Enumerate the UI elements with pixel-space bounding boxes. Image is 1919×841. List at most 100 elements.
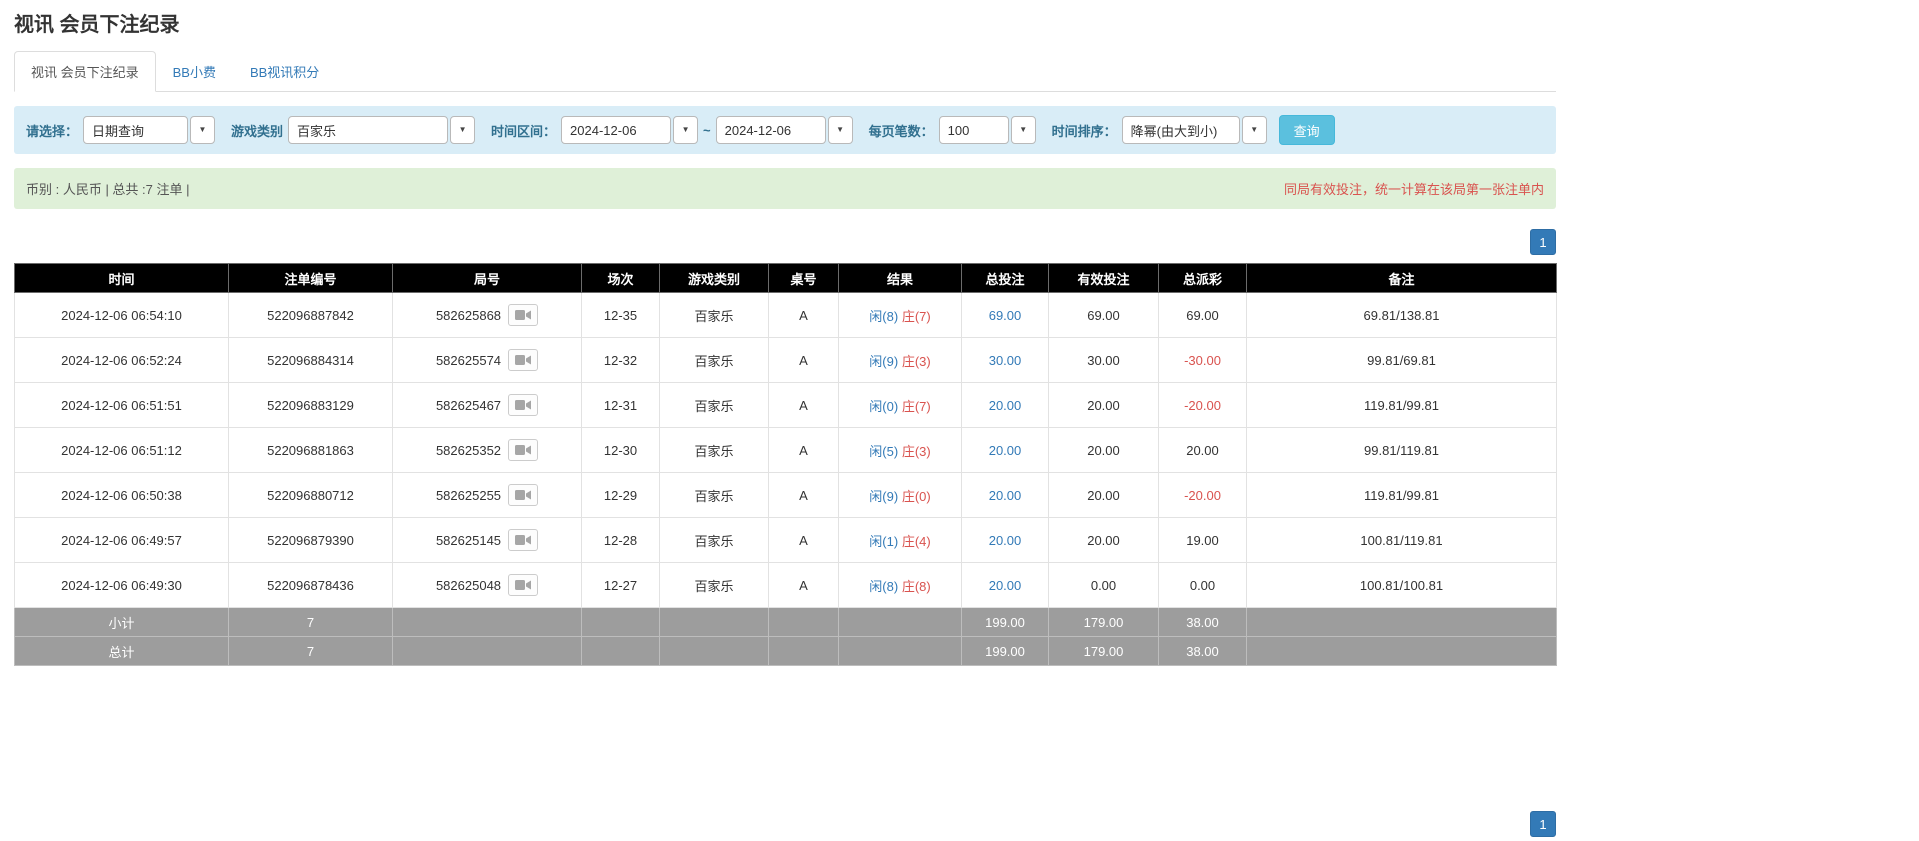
column-header: 局号 (393, 264, 582, 293)
cell-total-bet: 69.00 (962, 293, 1049, 338)
replay-video-button[interactable] (508, 439, 538, 461)
cell-session: 12-28 (582, 518, 660, 563)
cell-result: 闲(9) 庄(3) (839, 338, 962, 383)
table-row: 2024-12-06 06:49:30522096878436582625048… (15, 563, 1557, 608)
column-header: 有效投注 (1049, 264, 1159, 293)
cell-result: 闲(5) 庄(3) (839, 428, 962, 473)
cell-table-no: A (769, 383, 839, 428)
date-range-separator: ~ (703, 123, 711, 138)
result-banker: 庄(0) (902, 489, 931, 504)
result-player: 闲(5) (869, 444, 898, 459)
date-to-combo: ▼ (716, 116, 853, 144)
cell-time: 2024-12-06 06:52:24 (15, 338, 229, 383)
cell-table-no: A (769, 473, 839, 518)
select-type-label: 请选择： (26, 121, 78, 140)
page-size-input[interactable] (939, 116, 1009, 144)
subtotal-count: 7 (229, 608, 393, 637)
round-id: 582625868 (436, 308, 501, 323)
summary-totals-text: 币别 : 人民币 | 总共 :7 注单 | (26, 179, 190, 198)
total-bet-link[interactable]: 20.00 (989, 443, 1022, 458)
total-bet-link[interactable]: 20.00 (989, 398, 1022, 413)
cell-valid-bet: 20.00 (1049, 428, 1159, 473)
date-from-dropdown-button[interactable]: ▼ (673, 116, 698, 144)
video-camera-icon (515, 444, 531, 456)
sort-order-dropdown-button[interactable]: ▼ (1242, 116, 1267, 144)
result-banker: 庄(7) (902, 309, 931, 324)
game-type-dropdown-button[interactable]: ▼ (450, 116, 475, 144)
cell-game-type: 百家乐 (660, 383, 769, 428)
cell-game-type: 百家乐 (660, 473, 769, 518)
page-1-button[interactable]: 1 (1530, 811, 1556, 837)
records-table: 时间注单编号局号场次游戏类别桌号结果总投注有效投注总派彩备注 2024-12-0… (14, 263, 1557, 666)
date-to-dropdown-button[interactable]: ▼ (828, 116, 853, 144)
cell-remark: 119.81/99.81 (1247, 473, 1557, 518)
table-row: 2024-12-06 06:54:10522096887842 582625868… (15, 293, 1557, 338)
replay-video-button[interactable] (508, 574, 538, 596)
cell-payout: 69.00 (1159, 293, 1247, 338)
cell-remark: 99.81/69.81 (1247, 338, 1557, 383)
cell-round-id: 582625868 (393, 293, 582, 338)
grand-total-payout: 38.00 (1159, 637, 1247, 666)
cell-session: 12-30 (582, 428, 660, 473)
cell-total-bet: 30.00 (962, 338, 1049, 383)
replay-video-button[interactable] (508, 304, 538, 326)
cell-bet-id: 522096884314 (229, 338, 393, 383)
table-row: 2024-12-06 06:49:57522096879390582625145… (15, 518, 1557, 563)
cell-round-id: 582625352 (393, 428, 582, 473)
total-bet-link[interactable]: 20.00 (989, 533, 1022, 548)
replay-video-button[interactable] (508, 349, 538, 371)
total-bet-link[interactable]: 20.00 (989, 488, 1022, 503)
cell-time: 2024-12-06 06:49:30 (15, 563, 229, 608)
page-size-dropdown-button[interactable]: ▼ (1011, 116, 1036, 144)
date-from-input[interactable] (561, 116, 671, 144)
cell-session: 12-32 (582, 338, 660, 383)
cell-session: 12-27 (582, 563, 660, 608)
page-container: 视讯 会员下注纪录 视讯 会员下注纪录 BB小费 BB视讯积分 请选择： ▼ 游… (14, 8, 1556, 841)
cell-bet-id: 522096887842 (229, 293, 393, 338)
cell-table-no: A (769, 563, 839, 608)
sort-order-input[interactable] (1122, 116, 1240, 144)
empty-cell (582, 637, 660, 666)
page-1-button[interactable]: 1 (1530, 229, 1556, 255)
cell-total-bet: 20.00 (962, 473, 1049, 518)
column-header: 总派彩 (1159, 264, 1247, 293)
select-type-input[interactable] (83, 116, 188, 144)
cell-round-id: 582625255 (393, 473, 582, 518)
cell-remark: 99.81/119.81 (1247, 428, 1557, 473)
replay-video-button[interactable] (508, 484, 538, 506)
video-camera-icon (515, 399, 531, 411)
date-to-input[interactable] (716, 116, 826, 144)
tab-betting-records[interactable]: 视讯 会员下注纪录 (14, 51, 156, 92)
replay-video-button[interactable] (508, 529, 538, 551)
page-title: 视讯 会员下注纪录 (14, 8, 1556, 37)
cell-valid-bet: 20.00 (1049, 473, 1159, 518)
cell-time: 2024-12-06 06:50:38 (15, 473, 229, 518)
cell-result: 闲(8) 庄(8) (839, 563, 962, 608)
table-row: 2024-12-06 06:50:38522096880712582625255… (15, 473, 1557, 518)
tab-bb-tips[interactable]: BB小费 (156, 51, 233, 92)
chevron-down-icon: ▼ (199, 126, 207, 134)
game-type-input[interactable] (288, 116, 448, 144)
page-size-label: 每页笔数： (869, 121, 934, 140)
result-player: 闲(1) (869, 534, 898, 549)
result-player: 闲(8) (869, 579, 898, 594)
search-button[interactable]: 查询 (1279, 115, 1335, 145)
subtotal-payout: 38.00 (1159, 608, 1247, 637)
subtotal-valid-bet: 179.00 (1049, 608, 1159, 637)
column-header: 游戏类别 (660, 264, 769, 293)
page-size-combo: ▼ (939, 116, 1036, 144)
table-row: 2024-12-06 06:51:12522096881863582625352… (15, 428, 1557, 473)
total-bet-link[interactable]: 20.00 (989, 578, 1022, 593)
total-bet-link[interactable]: 30.00 (989, 353, 1022, 368)
result-player: 闲(0) (869, 399, 898, 414)
tab-bb-video-points[interactable]: BB视讯积分 (233, 51, 336, 92)
filter-bar: 请选择： ▼ 游戏类别 ▼ 时间区间： ▼ ~ ▼ 每页笔数： ▼ 时间排序： … (14, 106, 1556, 154)
cell-time: 2024-12-06 06:54:10 (15, 293, 229, 338)
video-camera-icon (515, 354, 531, 366)
column-header: 注单编号 (229, 264, 393, 293)
subtotal-row: 小计7199.00179.0038.00 (15, 608, 1557, 637)
select-type-dropdown-button[interactable]: ▼ (190, 116, 215, 144)
result-banker: 庄(8) (902, 579, 931, 594)
replay-video-button[interactable] (508, 394, 538, 416)
total-bet-link[interactable]: 69.00 (989, 308, 1022, 323)
